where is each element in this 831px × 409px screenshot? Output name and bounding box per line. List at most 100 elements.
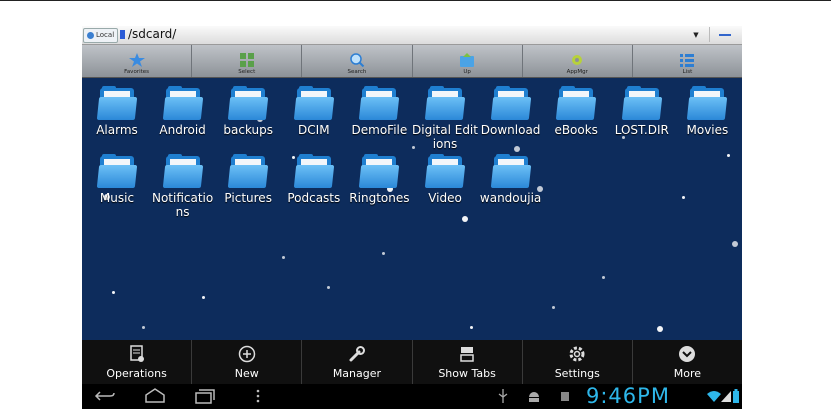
home-icon[interactable] — [144, 388, 166, 404]
folder-icon — [621, 86, 663, 120]
action-label: Manager — [332, 366, 382, 380]
folder-item[interactable]: LOST.DIR — [609, 78, 675, 144]
action-label: New — [234, 366, 259, 380]
folder-name: Podcasts — [287, 191, 341, 205]
folder-name: Ringtones — [349, 191, 410, 205]
toolbar-label: Select — [238, 69, 256, 75]
operations-button[interactable]: Operations — [82, 340, 193, 384]
toolbar-select-button[interactable]: Select — [192, 45, 303, 77]
local-label: Local — [96, 31, 115, 39]
tablet-screen: Local /sdcard/ ▼ Favorites Select Search… — [82, 26, 742, 409]
star-icon — [128, 53, 145, 67]
path-text[interactable]: /sdcard/ — [128, 27, 176, 42]
folder-icon — [227, 154, 269, 188]
manager-button[interactable]: Manager — [302, 340, 413, 384]
folder-name: Video — [428, 191, 462, 205]
usb-icon — [498, 389, 508, 403]
list-icon — [680, 54, 695, 67]
menu-dots-icon[interactable] — [247, 388, 269, 404]
settings-button[interactable]: Settings — [523, 340, 633, 384]
grid-icon — [239, 53, 254, 67]
minimize-button[interactable] — [709, 27, 740, 42]
signal-icon — [721, 391, 731, 402]
wifi-icon — [707, 391, 721, 402]
folder-up-icon — [460, 53, 475, 67]
folder-icon — [490, 154, 531, 188]
folder-item[interactable]: DemoFile — [346, 78, 412, 144]
folder-icon — [687, 86, 728, 120]
toolbar-label: Search — [347, 69, 367, 75]
folder-name: eBooks — [554, 123, 598, 137]
folder-icon — [555, 86, 597, 120]
local-button[interactable]: Local — [83, 28, 119, 43]
action-bar: Operations New Manager Show Tabs Setting… — [82, 340, 742, 384]
folder-icon — [293, 86, 335, 120]
toolbar-up-button[interactable]: Up — [413, 45, 523, 77]
new-button[interactable]: New — [192, 340, 303, 384]
chevron-down-circle-icon — [679, 345, 696, 362]
action-label: Settings — [554, 366, 600, 380]
folder-item[interactable]: Notifications — [150, 146, 216, 219]
folder-name: Notifications — [151, 191, 214, 219]
operations-icon — [129, 344, 144, 362]
more-button[interactable]: More — [633, 340, 742, 384]
folder-icon — [162, 154, 203, 188]
folder-name: LOST.DIR — [614, 123, 669, 137]
android-debug-icon — [529, 392, 539, 402]
folder-item[interactable]: Digital Editions — [412, 78, 478, 151]
back-icon[interactable] — [94, 388, 116, 404]
top-border — [0, 0, 831, 1]
folder-item[interactable]: Movies — [674, 78, 740, 144]
folder-item[interactable]: Download — [478, 78, 544, 144]
folder-icon — [490, 86, 531, 120]
action-label: More — [673, 366, 702, 380]
folder-name: wandoujia — [479, 191, 542, 205]
folder-name: Pictures — [224, 191, 272, 205]
folder-item[interactable]: eBooks — [543, 78, 609, 144]
folder-icon — [359, 86, 400, 120]
toolbar-label: Up — [463, 69, 471, 75]
local-icon — [87, 32, 94, 39]
folder-item[interactable]: Music — [84, 146, 150, 212]
folder-icon — [96, 154, 138, 188]
folder-item[interactable]: DCIM — [281, 78, 347, 144]
folder-item[interactable]: Pictures — [215, 146, 281, 212]
plus-circle-icon — [238, 345, 255, 362]
file-grid: Alarms Android backups DCIM DemoFile Digital … — [82, 78, 742, 340]
show-tabs-button[interactable]: Show Tabs — [413, 340, 523, 384]
folder-icon — [359, 154, 400, 188]
folder-icon — [162, 86, 203, 120]
folder-icon — [293, 154, 335, 188]
gear-icon — [569, 346, 585, 361]
toolbar-search-button[interactable]: Search — [302, 45, 413, 77]
folder-name: Movies — [686, 123, 729, 137]
toolbar-label: List — [682, 69, 693, 75]
toolbar: Favorites Select Search Up AppMgr List — [82, 45, 742, 78]
folder-item[interactable]: Video — [412, 146, 478, 212]
path-bar: Local /sdcard/ ▼ — [82, 26, 742, 45]
toolbar-list-button[interactable]: List — [633, 45, 742, 77]
folder-item[interactable]: wandoujia — [478, 146, 544, 212]
folder-icon — [227, 86, 269, 120]
system-bar: 9:46PM — [82, 384, 742, 409]
battery-icon — [733, 389, 739, 403]
folder-item[interactable]: Podcasts — [281, 146, 347, 212]
sd-card-icon — [561, 392, 569, 401]
action-label: Operations — [106, 366, 167, 380]
folder-item[interactable]: Alarms — [84, 78, 150, 144]
path-dropdown-button[interactable]: ▼ — [688, 29, 704, 41]
wrench-icon — [349, 345, 365, 361]
clock: 9:46PM — [586, 384, 670, 408]
tabs-icon — [460, 346, 474, 362]
folder-item[interactable]: Ringtones — [346, 146, 412, 212]
gear-icon — [572, 55, 583, 65]
recent-apps-icon[interactable] — [194, 388, 216, 404]
toolbar-appmgr-button[interactable]: AppMgr — [523, 45, 633, 77]
folder-item[interactable]: Android — [150, 78, 216, 144]
action-label: Show Tabs — [438, 366, 496, 380]
toolbar-favorites-button[interactable]: Favorites — [82, 45, 193, 77]
toolbar-label: AppMgr — [566, 69, 588, 75]
folder-icon — [424, 86, 466, 120]
sdcard-icon — [120, 30, 125, 39]
folder-item[interactable]: backups — [215, 78, 281, 144]
